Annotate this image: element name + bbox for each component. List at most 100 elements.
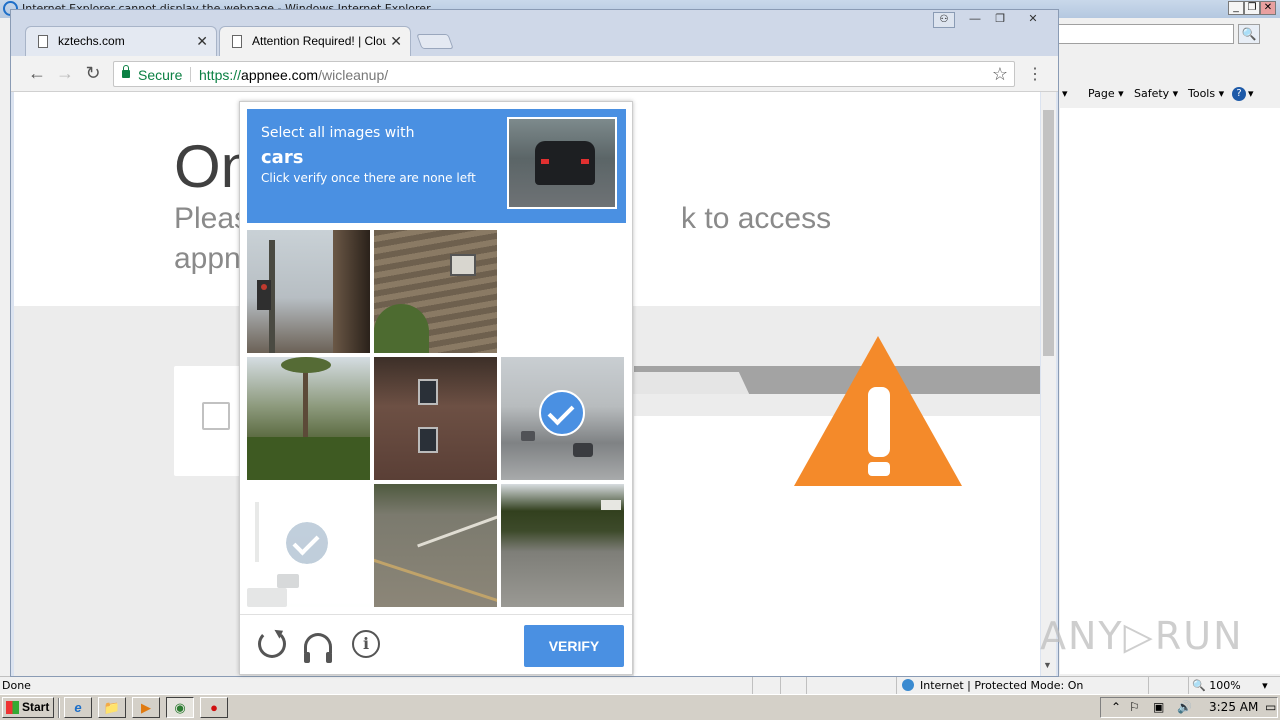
clock[interactable]: 3:25 AM: [1209, 700, 1258, 714]
lock-icon[interactable]: [122, 65, 130, 78]
reload-button[interactable]: ↻: [81, 62, 105, 86]
scrollbar-thumb[interactable]: [1043, 110, 1054, 356]
forward-button[interactable]: →: [53, 62, 77, 86]
taskbar-divider: [58, 698, 60, 718]
ie-close-button[interactable]: ✕: [1260, 1, 1276, 15]
info-icon[interactable]: i: [352, 630, 380, 658]
car-image: [535, 141, 595, 185]
windows-logo-icon: [6, 701, 19, 714]
ie-menu-safety[interactable]: Safety ▾: [1134, 87, 1178, 100]
system-tray: ⌃ ⚐ ▣ 🔊 3:25 AM ▭: [1100, 697, 1278, 718]
ie-command-bar: ▾ Page ▾ Safety ▾ Tools ▾ ? ▾: [1060, 84, 1280, 104]
close-button[interactable]: ✕: [1021, 12, 1045, 28]
grid-tile[interactable]: [247, 484, 370, 607]
subtitle-end: k to access: [681, 202, 832, 235]
ie-search-icon[interactable]: 🔍: [1238, 24, 1260, 44]
ie-restore-button[interactable]: ❐: [1244, 1, 1260, 15]
ie-minimize-button[interactable]: _: [1228, 1, 1244, 15]
taskbar: Start e 📁 ▶ ◉ ● ⌃ ⚐ ▣ 🔊 3:25 AM ▭: [0, 694, 1280, 720]
ie-status-bar: Done Internet | Protected Mode: On 🔍 100…: [0, 676, 1280, 695]
recaptcha-challenge: Select all images with cars Click verify…: [239, 101, 633, 675]
back-button[interactable]: ←: [25, 62, 49, 86]
reload-icon[interactable]: [258, 630, 286, 658]
kebab-menu-icon[interactable]: ⋮: [1027, 64, 1043, 84]
bookmark-star-icon[interactable]: ☆: [992, 64, 1008, 85]
page-icon: [232, 35, 242, 48]
scroll-down-icon[interactable]: ▼: [1043, 660, 1052, 670]
verify-button[interactable]: VERIFY: [524, 625, 624, 667]
grid-tile[interactable]: [247, 230, 370, 353]
ie-menu-tools[interactable]: Tools ▾: [1188, 87, 1224, 100]
headphones-icon[interactable]: [304, 633, 332, 663]
recaptcha-checkbox[interactable]: [202, 402, 230, 430]
grid-tile[interactable]: [374, 230, 497, 353]
ie-taskbar-icon[interactable]: e: [64, 697, 92, 718]
grid-tile[interactable]: [501, 357, 624, 480]
ie-content-area: [1060, 108, 1280, 674]
subtitle-start: Pleas: [174, 202, 250, 235]
grid-tile[interactable]: [501, 230, 624, 353]
ie-menu-more[interactable]: ▾: [1062, 87, 1068, 100]
restore-button[interactable]: ❐: [988, 12, 1012, 28]
secure-label[interactable]: Secure: [138, 67, 182, 83]
recaptcha-anchor-box: [174, 366, 244, 476]
url-text[interactable]: https://appnee.com/wicleanup/: [199, 67, 388, 83]
page-icon: [38, 35, 48, 48]
profile-icon[interactable]: ⚇: [933, 12, 955, 28]
volume-icon[interactable]: 🔊: [1177, 700, 1192, 714]
new-tab-button[interactable]: [416, 34, 454, 49]
explorer-folder-icon[interactable]: 📁: [98, 697, 126, 718]
close-icon[interactable]: ✕: [196, 33, 208, 50]
url-host: appnee.com: [241, 67, 319, 83]
warning-exclamation-dot: [868, 462, 890, 476]
close-icon[interactable]: ✕: [390, 33, 402, 50]
start-button[interactable]: Start: [2, 697, 54, 718]
chrome-toolbar: ← → ↻ Secure https://appnee.com/wicleanu…: [11, 56, 1058, 92]
warning-exclamation-bar: [868, 387, 890, 457]
ie-security-zone[interactable]: Internet | Protected Mode: On: [902, 679, 1083, 692]
tab-strip: kztechs.com ✕ Attention Required! | Clou…: [11, 10, 1058, 56]
ie-help-dropdown[interactable]: ▾: [1248, 87, 1254, 100]
tab-attention-required[interactable]: Attention Required! | Cloudf ✕: [219, 26, 411, 56]
grid-tile[interactable]: [374, 357, 497, 480]
ie-status-text: Done: [2, 679, 31, 692]
sample-image: [507, 117, 617, 209]
status-divider: [1188, 677, 1189, 695]
ie-zoom-level: 100%: [1209, 679, 1241, 692]
tab-kztechs[interactable]: kztechs.com ✕: [25, 26, 217, 56]
page-subtitle-line2: appn: [174, 242, 241, 275]
ie-search-field[interactable]: [1058, 24, 1234, 44]
grid-tile[interactable]: [247, 357, 370, 480]
start-label: Start: [22, 700, 50, 714]
instruction-line: Select all images with: [261, 125, 415, 141]
chrome-taskbar-icon[interactable]: ◉: [166, 697, 194, 718]
help-icon[interactable]: ?: [1232, 87, 1246, 101]
selected-check-icon: [539, 390, 585, 436]
minimize-button[interactable]: —: [963, 12, 987, 28]
warning-taskbar-icon[interactable]: ●: [200, 697, 228, 718]
action-center-flag-icon[interactable]: ⚐: [1129, 700, 1140, 714]
show-desktop-icon[interactable]: ▭: [1265, 700, 1276, 714]
divider: [190, 67, 191, 82]
grid-tile[interactable]: [374, 484, 497, 607]
recaptcha-instructions: Select all images with cars Click verify…: [247, 109, 626, 223]
tray-expand-icon[interactable]: ⌃: [1111, 700, 1121, 714]
zoom-icon: 🔍: [1192, 679, 1206, 692]
media-player-icon[interactable]: ▶: [132, 697, 160, 718]
instruction-hint: Click verify once there are none left: [261, 171, 476, 185]
vertical-scrollbar[interactable]: ▼: [1041, 92, 1056, 676]
address-bar[interactable]: Secure https://appnee.com/wicleanup/ ☆: [113, 61, 1015, 87]
image-grid: [247, 230, 626, 609]
grid-tile[interactable]: [501, 484, 624, 607]
watermark-logo: ANY▷RUN: [1040, 614, 1244, 658]
tab-title: kztechs.com: [58, 34, 125, 48]
status-divider: [780, 677, 781, 695]
network-icon[interactable]: ▣: [1153, 700, 1164, 714]
instruction-target: cars: [261, 147, 304, 168]
ie-zoom-control[interactable]: 🔍 100% ▾: [1192, 679, 1268, 692]
url-scheme: https://: [199, 67, 242, 83]
status-divider: [806, 677, 807, 695]
status-divider: [1148, 677, 1149, 695]
ie-menu-page[interactable]: Page ▾: [1088, 87, 1124, 100]
chevron-down-icon: ▾: [1262, 679, 1268, 692]
